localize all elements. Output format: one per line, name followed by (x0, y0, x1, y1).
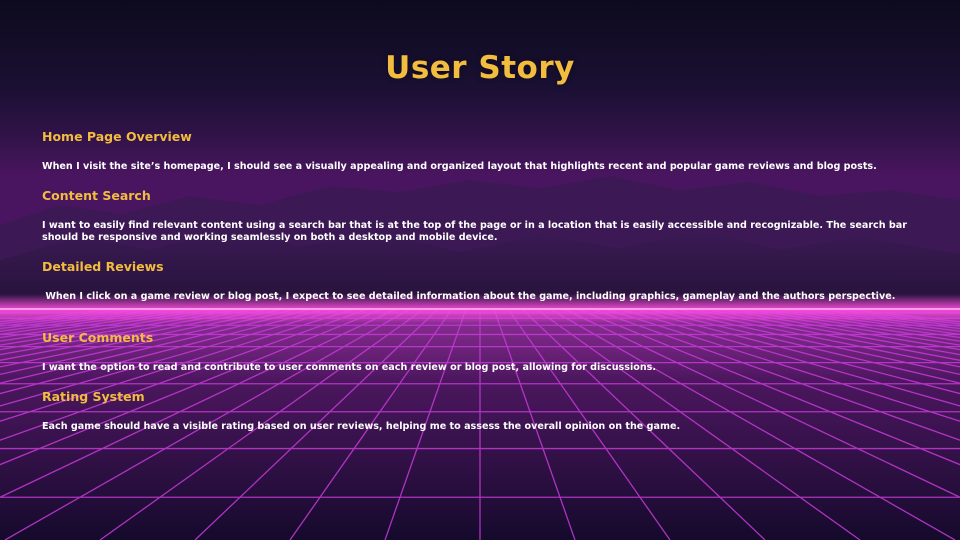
text-detailed-reviews: When I click on a game review or blog po… (42, 291, 896, 302)
heading-home-page-overview: Home Page Overview (42, 129, 192, 144)
slide: User Story Home Page Overview When I vis… (0, 0, 960, 540)
text-home-page-overview: When I visit the site’s homepage, I shou… (42, 161, 877, 172)
heading-content-search: Content Search (42, 188, 151, 203)
heading-user-comments: User Comments (42, 330, 154, 345)
slide-title: User Story (385, 50, 575, 86)
text-user-comments: I want the option to read and contribute… (42, 362, 657, 373)
heading-detailed-reviews: Detailed Reviews (42, 259, 164, 274)
text-content-search: I want to easily find relevant content u… (42, 220, 911, 243)
text-rating-system: Each game should have a visible rating b… (42, 421, 681, 432)
heading-rating-system: Rating System (42, 389, 145, 404)
